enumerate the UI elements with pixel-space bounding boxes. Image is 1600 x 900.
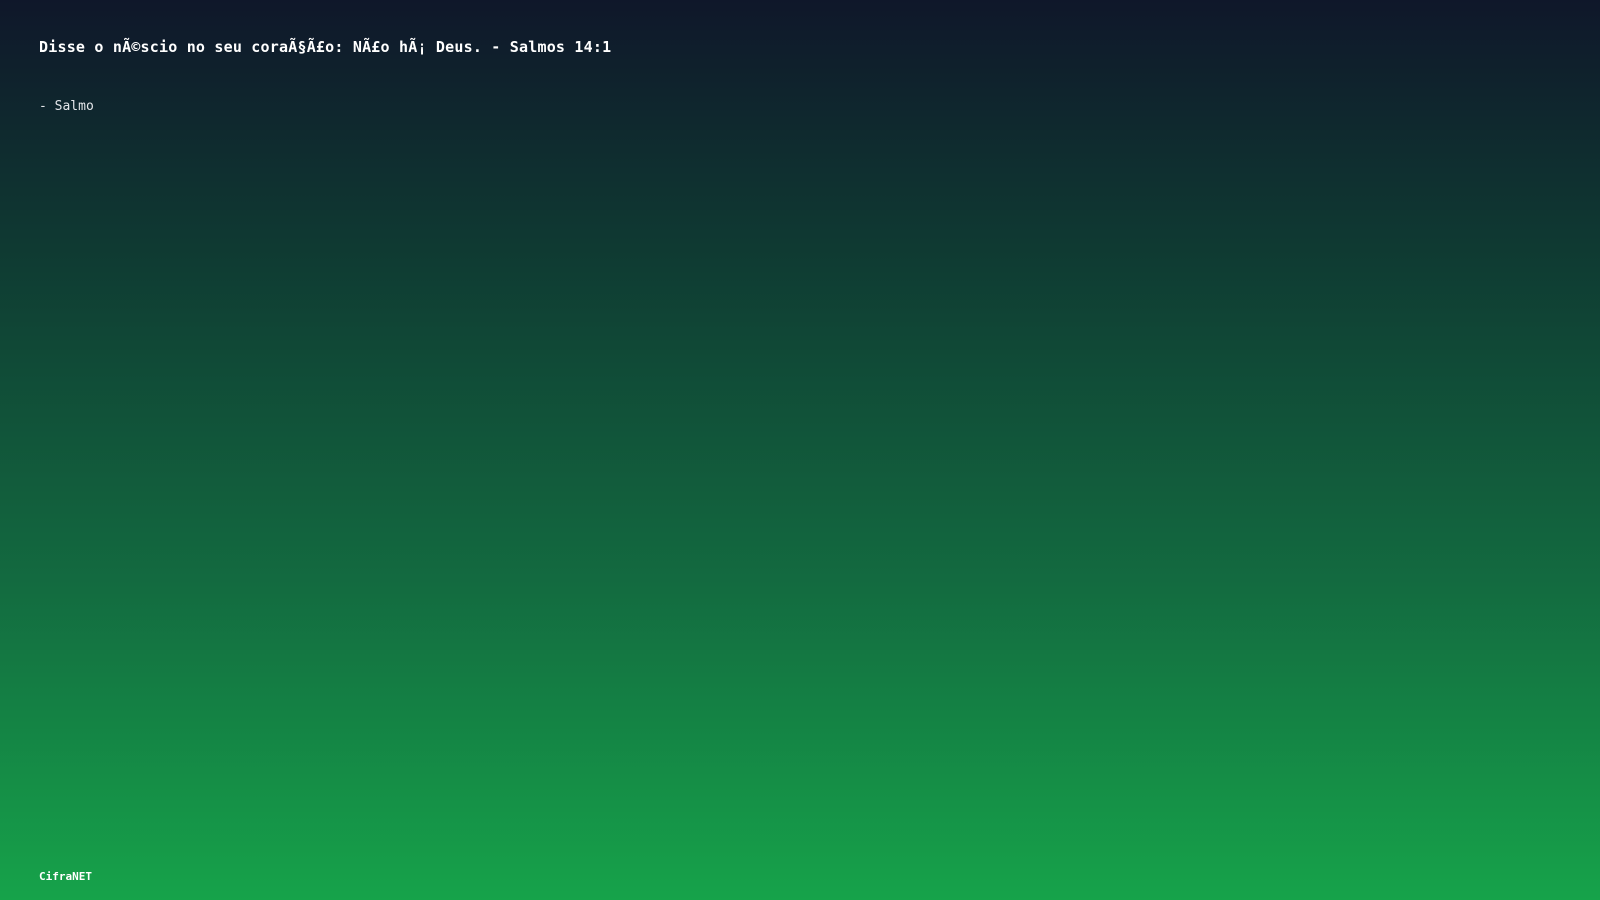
brand-label: CifraNET xyxy=(39,870,92,883)
quote-text: Disse o nÃ©scio no seu coraÃ§Ã£o: NÃ£o h… xyxy=(39,38,612,56)
quote-author: - Salmo xyxy=(39,99,94,114)
